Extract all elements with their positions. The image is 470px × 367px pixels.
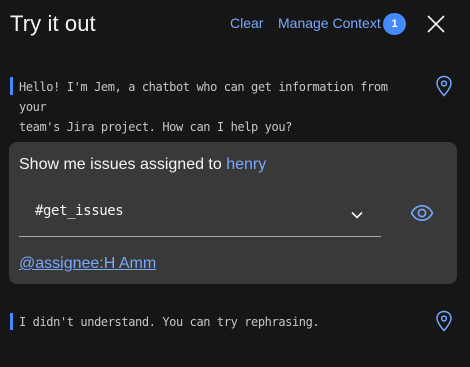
manage-context-link[interactable]: Manage Context: [278, 15, 381, 31]
location-pin-icon: [436, 75, 452, 97]
bot-message-text: Hello! I'm Jem, a chatbot who can get in…: [19, 77, 419, 137]
user-query: Show me issues assigned to henry: [19, 156, 266, 174]
eye-icon: [410, 204, 434, 222]
entity-link[interactable]: @assignee:H Amm: [19, 255, 156, 273]
close-button[interactable]: [425, 13, 447, 35]
intent-dropdown[interactable]: #get_issues: [19, 194, 381, 237]
location-pin-button[interactable]: [435, 75, 453, 97]
user-query-text: Show me issues assigned to: [19, 156, 227, 173]
bot-message-line: Hello! I'm Jem, a chatbot who can get in…: [19, 80, 388, 114]
panel-header: Try it out Clear Manage Context 1: [0, 0, 470, 48]
location-pin-icon: [436, 310, 452, 332]
bot-message-text: I didn't understand. You can try rephras…: [19, 312, 419, 332]
bot-message-bar: [10, 77, 13, 95]
context-count-badge: 1: [383, 13, 406, 35]
user-query-entity[interactable]: henry: [226, 156, 266, 173]
user-message-card: Show me issues assigned to henry #get_is…: [9, 142, 457, 284]
panel-title: Try it out: [10, 11, 96, 36]
bot-message-line: team's Jira project. How can I help you?: [19, 120, 292, 134]
intent-value: #get_issues: [35, 203, 124, 219]
chevron-down-icon: [351, 211, 363, 219]
bot-message: I didn't understand. You can try rephras…: [10, 312, 430, 332]
bot-message-bar: [10, 313, 13, 330]
close-icon: [427, 15, 445, 33]
clear-link[interactable]: Clear: [230, 15, 263, 31]
bot-message-line: I didn't understand. You can try rephras…: [19, 315, 320, 329]
bot-message: Hello! I'm Jem, a chatbot who can get in…: [10, 77, 430, 134]
view-button[interactable]: [410, 204, 434, 222]
location-pin-button[interactable]: [435, 310, 453, 332]
